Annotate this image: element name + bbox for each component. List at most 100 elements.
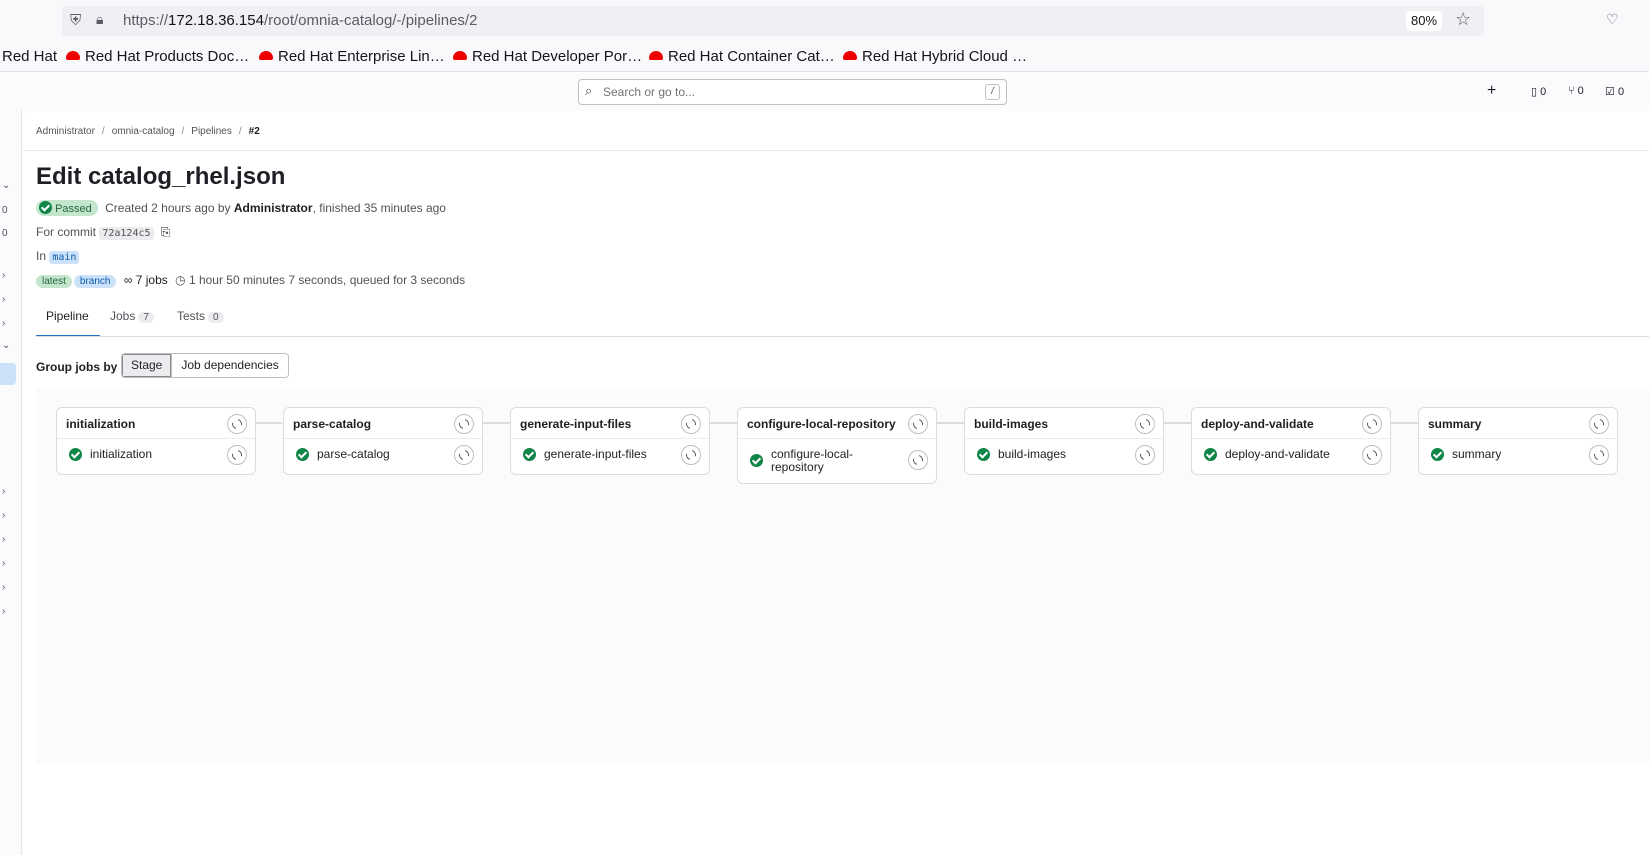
stage-title: deploy-and-validate bbox=[1201, 417, 1314, 431]
chevron-right-icon[interactable]: › bbox=[2, 510, 5, 521]
retry-job-icon[interactable] bbox=[681, 445, 701, 465]
tab-tests[interactable]: Tests 0 bbox=[177, 303, 224, 337]
retry-stage-icon[interactable] bbox=[227, 414, 247, 434]
pipeline-icon: ∞ bbox=[123, 273, 133, 287]
chevron-right-icon[interactable]: › bbox=[2, 318, 5, 329]
chevron-right-icon[interactable]: › bbox=[2, 294, 5, 305]
retry-job-icon[interactable] bbox=[1362, 445, 1382, 465]
commit-line: For commit 72a124c5 ⎘ bbox=[36, 225, 171, 240]
stage-title: build-images bbox=[974, 417, 1049, 431]
job-link[interactable]: configure-local-repository bbox=[771, 448, 881, 474]
lock-icon[interactable]: 🔒︎ bbox=[96, 11, 103, 28]
stage-title: initialization bbox=[66, 417, 136, 431]
issues-button[interactable]: ▯ 0 bbox=[1531, 85, 1546, 98]
bookmarks-bar: Red Hat Red Hat Products Doc… Red Hat En… bbox=[0, 42, 1649, 72]
job-success-icon bbox=[69, 448, 82, 461]
pipeline-badges: latest branch ∞ 7 jobs ◷ 1 hour 50 minute… bbox=[36, 273, 465, 288]
latest-badge: latest bbox=[36, 275, 72, 288]
search-placeholder: Search or go to... bbox=[603, 85, 696, 99]
todos-button[interactable]: ☑ 0 bbox=[1605, 85, 1624, 98]
chevron-right-icon[interactable]: › bbox=[2, 534, 5, 545]
branch-line: In main bbox=[36, 249, 80, 264]
status-badge[interactable]: Passed bbox=[36, 200, 98, 216]
sidebar-count[interactable]: 0 bbox=[2, 228, 8, 239]
retry-stage-icon[interactable] bbox=[1362, 414, 1382, 434]
tab-pipeline[interactable]: Pipeline bbox=[36, 303, 100, 337]
bookmark-star-icon[interactable]: ☆ bbox=[1455, 9, 1471, 30]
sidebar-active-item[interactable] bbox=[0, 363, 16, 385]
divider bbox=[23, 150, 1649, 151]
pipeline-status-line: Passed Created 2 hours ago by Administra… bbox=[36, 200, 446, 216]
stage-summary: summary summary bbox=[1418, 407, 1618, 475]
redhat-logo-icon bbox=[649, 51, 663, 60]
redhat-logo-icon bbox=[66, 51, 80, 60]
branch-badge: branch bbox=[73, 275, 117, 288]
copy-icon[interactable]: ⎘ bbox=[161, 225, 171, 239]
stage-connector bbox=[710, 422, 737, 424]
breadcrumb-project[interactable]: omnia-catalog bbox=[112, 126, 175, 137]
retry-stage-icon[interactable] bbox=[1135, 414, 1155, 434]
bookmark-hybrid-cloud[interactable]: Red Hat Hybrid Cloud … bbox=[843, 48, 1027, 65]
retry-stage-icon[interactable] bbox=[681, 414, 701, 434]
breadcrumb-administrator[interactable]: Administrator bbox=[36, 126, 95, 137]
tabs-divider bbox=[36, 336, 1649, 337]
job-link[interactable]: generate-input-files bbox=[544, 448, 679, 461]
chevron-right-icon[interactable]: › bbox=[2, 486, 5, 497]
stage-connector bbox=[937, 422, 964, 424]
retry-stage-icon[interactable] bbox=[908, 414, 928, 434]
retry-job-icon[interactable] bbox=[454, 445, 474, 465]
pocket-icon[interactable]: ♡ bbox=[1606, 11, 1619, 28]
chevron-right-icon[interactable]: › bbox=[2, 270, 5, 281]
tab-jobs[interactable]: Jobs 7 bbox=[110, 303, 154, 337]
retry-job-icon[interactable] bbox=[227, 445, 247, 465]
chevron-right-icon[interactable]: › bbox=[2, 606, 5, 617]
branch-ref[interactable]: main bbox=[49, 251, 80, 264]
todo-check-icon: ☑ bbox=[1605, 86, 1615, 98]
retry-stage-icon[interactable] bbox=[454, 414, 474, 434]
sidebar-count[interactable]: 0 bbox=[2, 205, 8, 216]
chevron-right-icon[interactable]: › bbox=[2, 558, 5, 569]
bookmark-redhat[interactable]: Red Hat bbox=[2, 48, 57, 65]
stage-connector bbox=[256, 422, 282, 424]
bookmark-products-doc[interactable]: Red Hat Products Doc… bbox=[66, 48, 249, 65]
bookmark-container-catalog[interactable]: Red Hat Container Cat… bbox=[649, 48, 835, 65]
job-success-icon bbox=[750, 454, 763, 467]
breadcrumb-pipelines[interactable]: Pipelines bbox=[191, 126, 232, 137]
shield-icon[interactable]: ⛨ bbox=[70, 12, 81, 29]
merge-requests-button[interactable]: ⑂ 0 bbox=[1568, 85, 1584, 97]
stage-parse-catalog: parse-catalog parse-catalog bbox=[283, 407, 483, 475]
bookmark-developer-portal[interactable]: Red Hat Developer Por… bbox=[453, 48, 642, 65]
pipeline-duration: 1 hour 50 minutes 7 seconds, queued for … bbox=[188, 273, 466, 287]
group-jobs-label: Group jobs by bbox=[36, 360, 118, 374]
job-link[interactable]: deploy-and-validate bbox=[1225, 448, 1360, 461]
bookmark-enterprise-linux[interactable]: Red Hat Enterprise Lin… bbox=[259, 48, 445, 65]
retry-job-icon[interactable] bbox=[1589, 445, 1609, 465]
job-link[interactable]: build-images bbox=[998, 448, 1133, 461]
job-link[interactable]: initialization bbox=[90, 448, 225, 461]
clock-icon: ◷ bbox=[175, 273, 186, 287]
stage-title: generate-input-files bbox=[520, 417, 632, 431]
stage-title: summary bbox=[1428, 417, 1482, 431]
zoom-level[interactable]: 80% bbox=[1406, 11, 1442, 31]
search-input[interactable]: ⌕ Search or go to... / bbox=[578, 79, 1007, 105]
group-by-dependencies-button[interactable]: Job dependencies bbox=[171, 354, 288, 377]
author-link[interactable]: Administrator bbox=[234, 201, 313, 215]
chevron-down-icon[interactable]: ⌄ bbox=[2, 340, 10, 351]
new-item-button[interactable]: + bbox=[1487, 82, 1496, 100]
breadcrumb-pipeline-id[interactable]: #2 bbox=[249, 126, 260, 137]
retry-job-icon[interactable] bbox=[1135, 445, 1155, 465]
job-link[interactable]: parse-catalog bbox=[317, 448, 452, 461]
commit-sha[interactable]: 72a124c5 bbox=[99, 227, 154, 240]
retry-stage-icon[interactable] bbox=[1589, 414, 1609, 434]
job-link[interactable]: summary bbox=[1452, 448, 1587, 461]
url-text[interactable]: https://172.18.36.154/root/omnia-catalog… bbox=[123, 12, 477, 29]
stage-configure-local-repository: configure-local-repository configure-loc… bbox=[737, 407, 937, 484]
stage-connector bbox=[483, 422, 510, 424]
stage-connector bbox=[1391, 422, 1418, 424]
group-by-stage-button[interactable]: Stage bbox=[122, 354, 172, 377]
retry-job-icon[interactable] bbox=[908, 450, 928, 470]
chevron-right-icon[interactable]: › bbox=[2, 582, 5, 593]
status-success-icon bbox=[39, 201, 52, 214]
chevron-down-icon[interactable]: ⌄ bbox=[2, 180, 10, 191]
job-success-icon bbox=[523, 448, 536, 461]
